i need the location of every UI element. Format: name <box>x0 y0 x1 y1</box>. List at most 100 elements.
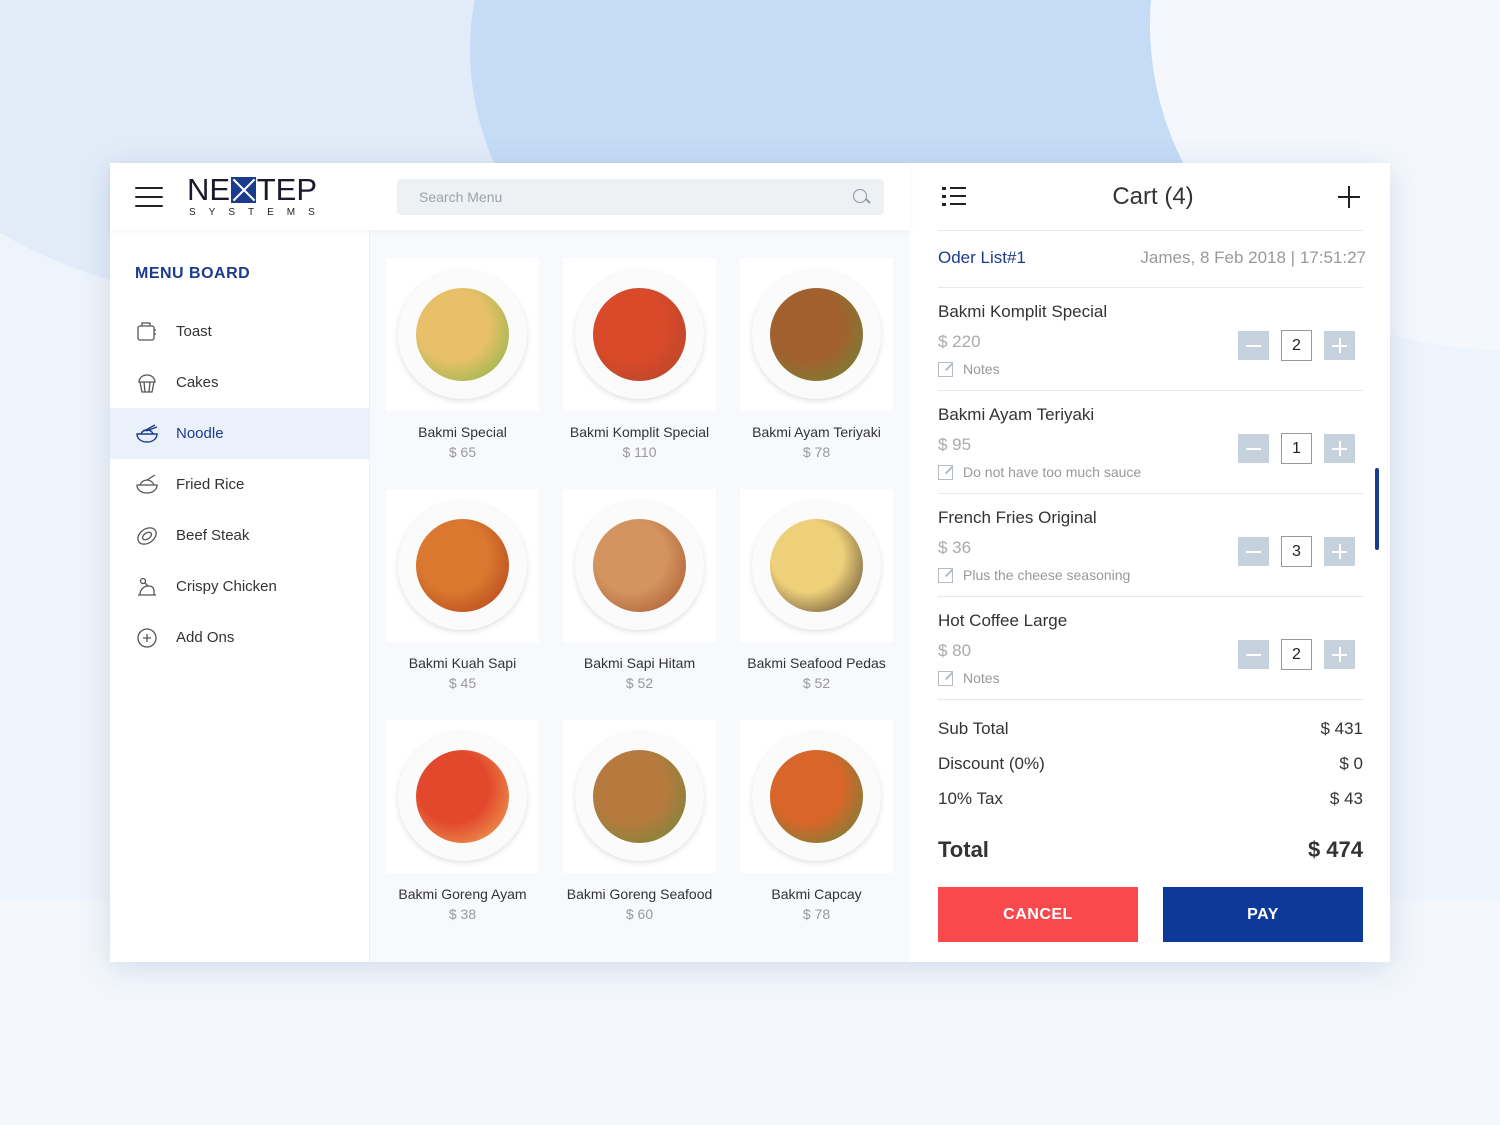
search-input[interactable] <box>419 188 819 205</box>
food-image <box>740 720 893 873</box>
food-name: Bakmi Special <box>418 424 507 440</box>
food-dish <box>593 750 686 843</box>
food-card[interactable]: Bakmi Goreng Seafood $ 60 <box>563 720 716 951</box>
add-order-icon[interactable] <box>1338 185 1360 208</box>
food-name: Bakmi Capcay <box>771 886 862 902</box>
cart-item-note[interactable]: Notes <box>938 670 1000 686</box>
pos-window: NE TEP SYSTEMS MENU BOARD Toast Cakes <box>110 163 1390 962</box>
cart-item: Bakmi Ayam Teriyaki $ 95 Do not have too… <box>938 391 1363 494</box>
category-item-beef-steak[interactable]: Beef Steak <box>110 510 370 561</box>
order-info: Oder List#1 James, 8 Feb 2018 | 17:51:27 <box>938 248 1366 268</box>
food-card[interactable]: Bakmi Komplit Special $ 110 <box>563 258 716 489</box>
category-item-cakes[interactable]: Cakes <box>110 357 370 408</box>
cart-item-price: $ 80 <box>938 641 972 660</box>
discount-label: Discount (0%) <box>938 754 1045 773</box>
quantity-value[interactable]: 2 <box>1281 330 1312 361</box>
quantity-value[interactable]: 2 <box>1281 639 1312 670</box>
food-card[interactable]: Bakmi Sapi Hitam $ 52 <box>563 489 716 720</box>
cupcake-icon <box>135 371 159 395</box>
quantity-value[interactable]: 3 <box>1281 536 1312 567</box>
food-dish <box>770 750 863 843</box>
divider <box>938 230 1363 231</box>
rice-bowl-icon <box>135 473 159 497</box>
category-item-noodle[interactable]: Noodle <box>110 408 370 459</box>
category-item-fried-rice[interactable]: Fried Rice <box>110 459 370 510</box>
food-name: Bakmi Sapi Hitam <box>583 655 696 671</box>
pay-button[interactable]: PAY <box>1163 887 1363 942</box>
tax-value: $ 43 <box>1329 789 1363 808</box>
cart-panel: Cart (4) Oder List#1 James, 8 Feb 2018 |… <box>910 163 1390 962</box>
cart-item-name: Hot Coffee Large <box>938 611 1068 630</box>
food-dish <box>770 288 863 381</box>
category-label: Toast <box>176 323 212 340</box>
food-name: Bakmi Goreng Seafood <box>566 886 713 902</box>
cart-item-note-text: Notes <box>963 670 1000 686</box>
category-item-add-ons[interactable]: Add Ons <box>110 612 370 663</box>
food-image <box>563 489 716 642</box>
cart-item-name: French Fries Original <box>938 508 1097 527</box>
search-bar <box>397 178 884 215</box>
quantity-value[interactable]: 1 <box>1281 433 1312 464</box>
hamburger-menu-icon[interactable] <box>135 186 163 207</box>
food-name: Bakmi Seafood Pedas <box>747 655 886 671</box>
food-card[interactable]: Bakmi Kuah Sapi $ 45 <box>386 489 539 720</box>
cart-item-note[interactable]: Do not have too much sauce <box>938 464 1141 480</box>
cart-item-note[interactable]: Notes <box>938 361 1000 377</box>
decrease-quantity-button[interactable] <box>1238 434 1269 463</box>
food-name: Bakmi Komplit Special <box>569 424 710 440</box>
decrease-quantity-button[interactable] <box>1238 640 1269 669</box>
food-image <box>740 258 893 411</box>
food-dish <box>770 519 863 612</box>
cart-scrollbar[interactable] <box>1375 468 1379 550</box>
cart-item-name: Bakmi Komplit Special <box>938 302 1108 321</box>
category-label: Noodle <box>176 425 224 442</box>
category-item-crispy-chicken[interactable]: Crispy Chicken <box>110 561 370 612</box>
food-image <box>563 258 716 411</box>
increase-quantity-button[interactable] <box>1324 537 1355 566</box>
food-dish <box>416 750 509 843</box>
category-item-toast[interactable]: Toast <box>110 306 370 357</box>
category-list: Toast Cakes Noodle Fried Rice Beef Steak… <box>110 306 370 663</box>
food-card[interactable]: Bakmi Capcay $ 78 <box>740 720 893 951</box>
increase-quantity-button[interactable] <box>1324 640 1355 669</box>
edit-note-icon <box>938 361 954 377</box>
cart-item-note[interactable]: Plus the cheese seasoning <box>938 567 1130 583</box>
category-label: Beef Steak <box>176 527 250 544</box>
food-price: $ 65 <box>448 444 477 460</box>
cart-item-name: Bakmi Ayam Teriyaki <box>938 405 1095 424</box>
cart-items: Bakmi Komplit Special $ 220 Notes 2 Bakm… <box>938 288 1363 700</box>
order-id[interactable]: Oder List#1 <box>938 248 1026 268</box>
food-card[interactable]: Bakmi Ayam Teriyaki $ 78 <box>740 258 893 489</box>
food-image <box>386 489 539 642</box>
category-label: Crispy Chicken <box>176 578 277 595</box>
toaster-icon <box>135 320 159 344</box>
increase-quantity-button[interactable] <box>1324 331 1355 360</box>
steak-icon <box>135 524 159 548</box>
food-image <box>563 720 716 873</box>
chicken-icon <box>135 575 159 599</box>
food-card[interactable]: Bakmi Seafood Pedas $ 52 <box>740 489 893 720</box>
food-card[interactable]: Bakmi Goreng Ayam $ 38 <box>386 720 539 951</box>
cart-item-price: $ 95 <box>938 435 972 454</box>
quantity-stepper: 3 <box>1238 536 1355 567</box>
discount-row: Discount (0%) $ 0 <box>938 754 1363 789</box>
increase-quantity-button[interactable] <box>1324 434 1355 463</box>
cart-item-price: $ 220 <box>938 332 981 351</box>
food-name: Bakmi Goreng Ayam <box>398 886 527 902</box>
cart-item: French Fries Original $ 36 Plus the chee… <box>938 494 1363 597</box>
cancel-button[interactable]: CANCEL <box>938 887 1138 942</box>
food-name: Bakmi Kuah Sapi <box>408 655 517 671</box>
menu-board-title: MENU BOARD <box>135 265 251 282</box>
discount-value: $ 0 <box>1339 754 1363 773</box>
cart-title: Cart (4) <box>1112 182 1194 210</box>
food-grid: Bakmi Special $ 65 Bakmi Komplit Special $ … <box>386 258 893 951</box>
list-icon[interactable] <box>942 186 968 207</box>
food-image <box>386 720 539 873</box>
category-label: Cakes <box>176 374 219 391</box>
decrease-quantity-button[interactable] <box>1238 537 1269 566</box>
search-icon[interactable] <box>852 188 870 206</box>
food-card[interactable]: Bakmi Special $ 65 <box>386 258 539 489</box>
food-dish <box>416 288 509 381</box>
quantity-stepper: 1 <box>1238 433 1355 464</box>
decrease-quantity-button[interactable] <box>1238 331 1269 360</box>
